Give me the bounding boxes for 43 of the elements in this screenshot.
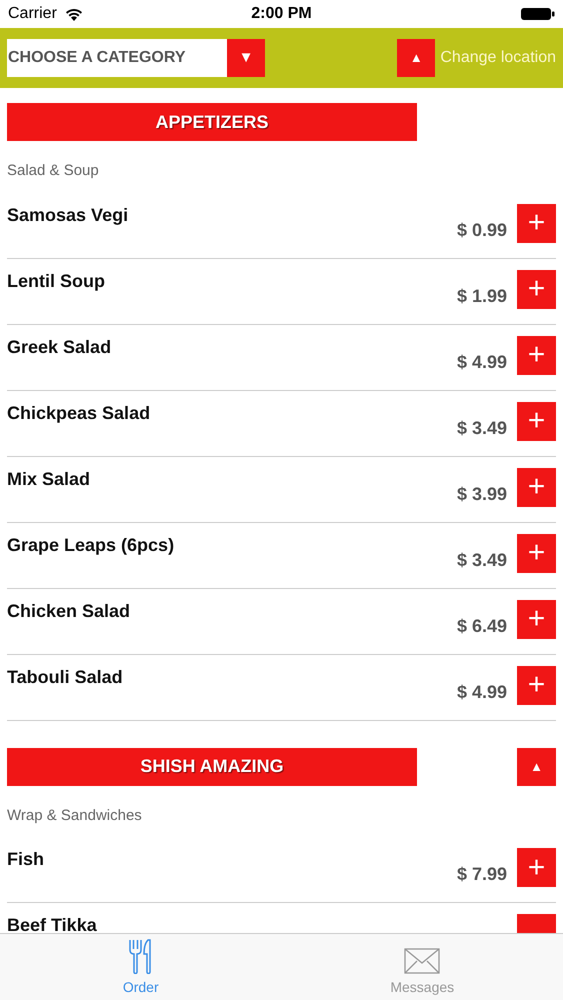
item-price: $ 0.99 xyxy=(456,218,507,242)
add-button[interactable]: + xyxy=(517,666,556,704)
item-name: Mix Salad xyxy=(7,468,90,490)
item-name: Chickpeas Salad xyxy=(7,402,150,425)
item-name: Greek Salad xyxy=(7,336,112,358)
add-button[interactable]: + xyxy=(517,402,556,440)
section-header: APPETIZERS xyxy=(7,103,417,141)
item-price: $ 3.49 xyxy=(456,548,507,572)
add-button[interactable]: + xyxy=(517,848,556,887)
wifi-icon xyxy=(64,8,83,20)
item-price: $ 7.99 xyxy=(456,863,507,886)
add-button[interactable]: + xyxy=(517,600,556,638)
add-button[interactable]: + xyxy=(517,270,556,308)
location-button[interactable]: ▲ xyxy=(397,39,436,77)
item-price: $ 3.99 xyxy=(456,482,507,506)
item-price: $ 6.49 xyxy=(456,614,507,638)
add-button[interactable]: + xyxy=(517,336,556,374)
item-name: Chicken Salad xyxy=(7,600,130,622)
clock-time: 2:00 PM xyxy=(251,4,312,24)
section-subtitle: Salad & Soup xyxy=(7,161,100,181)
battery-icon xyxy=(521,7,555,21)
item-name: Samosas Vegi xyxy=(7,204,128,227)
collapse-button[interactable]: ▲ xyxy=(517,748,556,786)
section-header: SHISH AMAZING xyxy=(7,748,417,786)
item-price: $ 3.49 xyxy=(456,416,507,440)
item-name: Lentil Soup xyxy=(7,270,105,293)
tab-bar-item[interactable]: Order xyxy=(0,934,282,1000)
item-price: $ 4.99 xyxy=(456,680,507,704)
add-button[interactable]: + xyxy=(517,468,556,506)
category-dropdown[interactable]: CHOOSE A CATEGORY ▼ xyxy=(7,39,265,77)
tab-bar-item[interactable]: Messages xyxy=(282,934,563,1000)
carrier-label: Carrier xyxy=(8,4,57,24)
fork-knife-icon xyxy=(128,938,154,974)
envelope-icon xyxy=(404,948,440,974)
add-button[interactable]: + xyxy=(517,204,556,242)
item-name: Beef Tikka xyxy=(7,914,97,933)
item-name: Fish xyxy=(7,848,44,871)
item-name: Tabouli Salad xyxy=(7,666,123,688)
section-subtitle: Wrap & Sandwiches xyxy=(7,806,143,826)
add-button[interactable]: + xyxy=(517,534,556,572)
item-name: Grape Leaps (6pcs) xyxy=(7,534,174,557)
item-price: $ 4.99 xyxy=(456,350,507,374)
item-price: $ 1.99 xyxy=(456,284,507,308)
